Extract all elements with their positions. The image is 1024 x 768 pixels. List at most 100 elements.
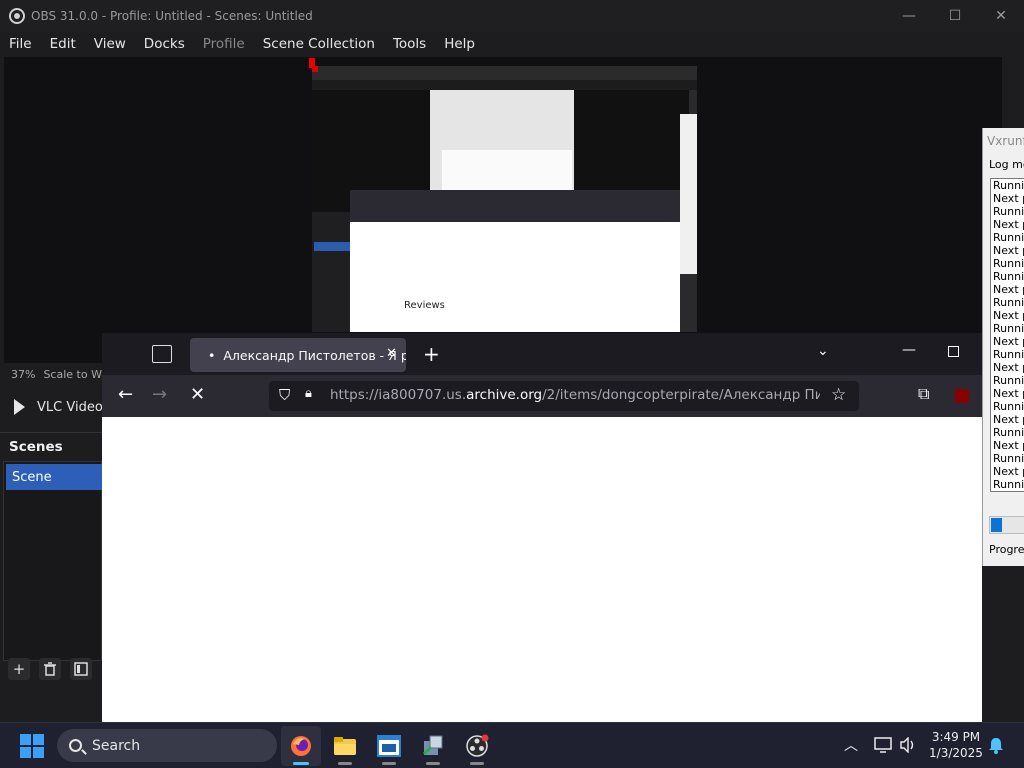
- scenes-dock: Scenes Scene: [0, 432, 103, 690]
- shield-icon[interactable]: ⛉: [279, 386, 290, 404]
- start-windows-icon[interactable]: [20, 734, 44, 758]
- scene-item[interactable]: Scene: [6, 464, 103, 490]
- network-icon[interactable]: [874, 737, 892, 753]
- log-line: Running: [993, 426, 1024, 439]
- log-line: Next p: [993, 335, 1024, 348]
- menu-file[interactable]: File: [0, 36, 41, 52]
- close-icon[interactable]: ✕: [978, 0, 1024, 32]
- log-progress-fill: [991, 518, 1002, 532]
- firefox-maximize-icon[interactable]: [948, 346, 959, 357]
- url-text[interactable]: https://ia800707.us.archive.org/2/items/…: [330, 387, 820, 403]
- extensions-icon[interactable]: ⧉: [918, 384, 929, 404]
- log-progress-label: Progres: [989, 543, 1024, 556]
- search-placeholder: Search: [92, 737, 141, 754]
- stop-icon[interactable]: ✕: [190, 384, 205, 405]
- url-bar[interactable]: ⛉ 🔒︎ https://ia800707.us.archive.org/2/i…: [269, 381, 859, 411]
- source-row[interactable]: VLC Video: [4, 392, 104, 422]
- log-line: Next p: [993, 465, 1024, 478]
- firefox-view-icon[interactable]: [152, 345, 172, 363]
- preview-nested-window-content: [442, 150, 572, 190]
- log-line: Running: [993, 452, 1024, 465]
- taskbar-open-indicator: [470, 762, 484, 765]
- obs-window-controls: — ☐ ✕: [886, 0, 1024, 32]
- firefox-window: • Александр Пистолетов - Я рос ✕ + ⌄ — ←…: [102, 333, 982, 722]
- scale-mode[interactable]: Scale to W: [43, 368, 102, 381]
- preview-rec-dot: [312, 66, 318, 72]
- menu-scene-collection[interactable]: Scene Collection: [254, 36, 384, 52]
- obs-icon: [466, 734, 489, 757]
- menu-profile[interactable]: Profile: [194, 36, 254, 52]
- back-icon[interactable]: ←: [118, 384, 133, 405]
- log-list[interactable]: Running Next p Running Next p Running Ne…: [990, 178, 1024, 492]
- zoom-level[interactable]: 37%: [11, 368, 35, 381]
- tray-show-hidden-icon[interactable]: ︿: [844, 735, 858, 755]
- firefox-navbar: ← → ✕ ⛉ 🔒︎ https://ia800707.us.archive.o…: [102, 375, 982, 417]
- preview-nested-firefox-toolbar: [350, 190, 680, 222]
- taskbar-search[interactable]: Search: [57, 729, 277, 762]
- menu-view[interactable]: View: [85, 36, 135, 52]
- menu-tools[interactable]: Tools: [384, 36, 435, 52]
- taskbar-clock[interactable]: 3:49 PM 1/3/2025: [926, 729, 986, 761]
- taskbar-active-indicator: [293, 762, 309, 765]
- remove-scene-button[interactable]: [39, 658, 61, 680]
- taskbar-file-explorer[interactable]: [325, 726, 365, 766]
- preview-canvas[interactable]: Reviews: [312, 66, 697, 332]
- log-line: Running: [993, 257, 1024, 270]
- preview-nested-sidebar: [312, 212, 350, 332]
- log-line: Next p: [993, 283, 1024, 296]
- maximize-icon[interactable]: ☐: [932, 0, 978, 32]
- taskbar-installer-app[interactable]: [413, 726, 453, 766]
- log-line: Running: [993, 270, 1024, 283]
- taskbar-store-app[interactable]: [369, 726, 409, 766]
- bookmark-star-icon[interactable]: ☆: [831, 385, 846, 405]
- log-line: Next p: [993, 309, 1024, 322]
- source-name: VLC Video: [37, 399, 103, 415]
- tab-title: Александр Пистолетов - Я рос: [223, 347, 406, 363]
- taskbar-open-indicator: [338, 762, 352, 765]
- log-line: Next p: [993, 192, 1024, 205]
- url-host: archive.org: [466, 387, 543, 403]
- menu-help[interactable]: Help: [435, 36, 484, 52]
- firefox-icon: [291, 736, 311, 756]
- add-scene-button[interactable]: +: [8, 658, 30, 680]
- scene-filters-button[interactable]: [70, 658, 92, 680]
- clock-time: 3:49 PM: [931, 730, 981, 744]
- firefox-minimize-icon[interactable]: —: [902, 342, 916, 358]
- forward-icon[interactable]: →: [152, 384, 167, 405]
- new-tab-icon[interactable]: +: [423, 342, 440, 366]
- list-all-tabs-icon[interactable]: ⌄: [817, 343, 829, 359]
- tab-close-icon[interactable]: ✕: [386, 346, 397, 361]
- play-icon[interactable]: [14, 399, 25, 415]
- url-path: /2/items/dongcopterpirate/Александр Пист…: [542, 387, 820, 403]
- preview-reviews-text: Reviews: [404, 300, 445, 311]
- firefox-tab[interactable]: • Александр Пистолетов - Я рос: [190, 338, 406, 372]
- log-label: Log me: [989, 158, 1024, 171]
- taskbar-open-indicator: [382, 762, 396, 765]
- log-line: Running: [993, 348, 1024, 361]
- scenes-toolbar: +: [4, 656, 102, 682]
- window-app-icon: [377, 735, 401, 757]
- log-line: Running: [993, 322, 1024, 335]
- log-line: Next p: [993, 244, 1024, 257]
- menu-edit[interactable]: Edit: [41, 36, 85, 52]
- log-window-title: Vxrunfl: [987, 134, 1024, 148]
- taskbar: Search ︿ 3:49 PM 1/3/2025: [0, 722, 1024, 768]
- folder-icon: [334, 737, 356, 755]
- notification-bell-icon[interactable]: [988, 737, 1004, 754]
- log-window: Vxrunfl Log me Running Next p Running Ne…: [982, 128, 1024, 566]
- menu-docks[interactable]: Docks: [135, 36, 194, 52]
- obs-titlebar: OBS 31.0.0 - Profile: Untitled - Scenes:…: [0, 0, 1024, 32]
- volume-icon[interactable]: [899, 737, 917, 753]
- preview-status-bar: 37% Scale to W: [4, 363, 104, 385]
- log-line: Running: [993, 296, 1024, 309]
- log-line: Running: [993, 374, 1024, 387]
- ublock-icon[interactable]: [955, 389, 969, 403]
- log-progress-bar: [989, 516, 1024, 534]
- taskbar-firefox[interactable]: [281, 726, 321, 766]
- preview-nested-titlebar: [312, 66, 697, 80]
- lock-icon[interactable]: 🔒︎: [305, 386, 312, 401]
- log-line: Next p: [993, 218, 1024, 231]
- minimize-icon[interactable]: —: [886, 0, 932, 32]
- firefox-page-content[interactable]: [102, 417, 982, 722]
- taskbar-obs[interactable]: [457, 726, 497, 766]
